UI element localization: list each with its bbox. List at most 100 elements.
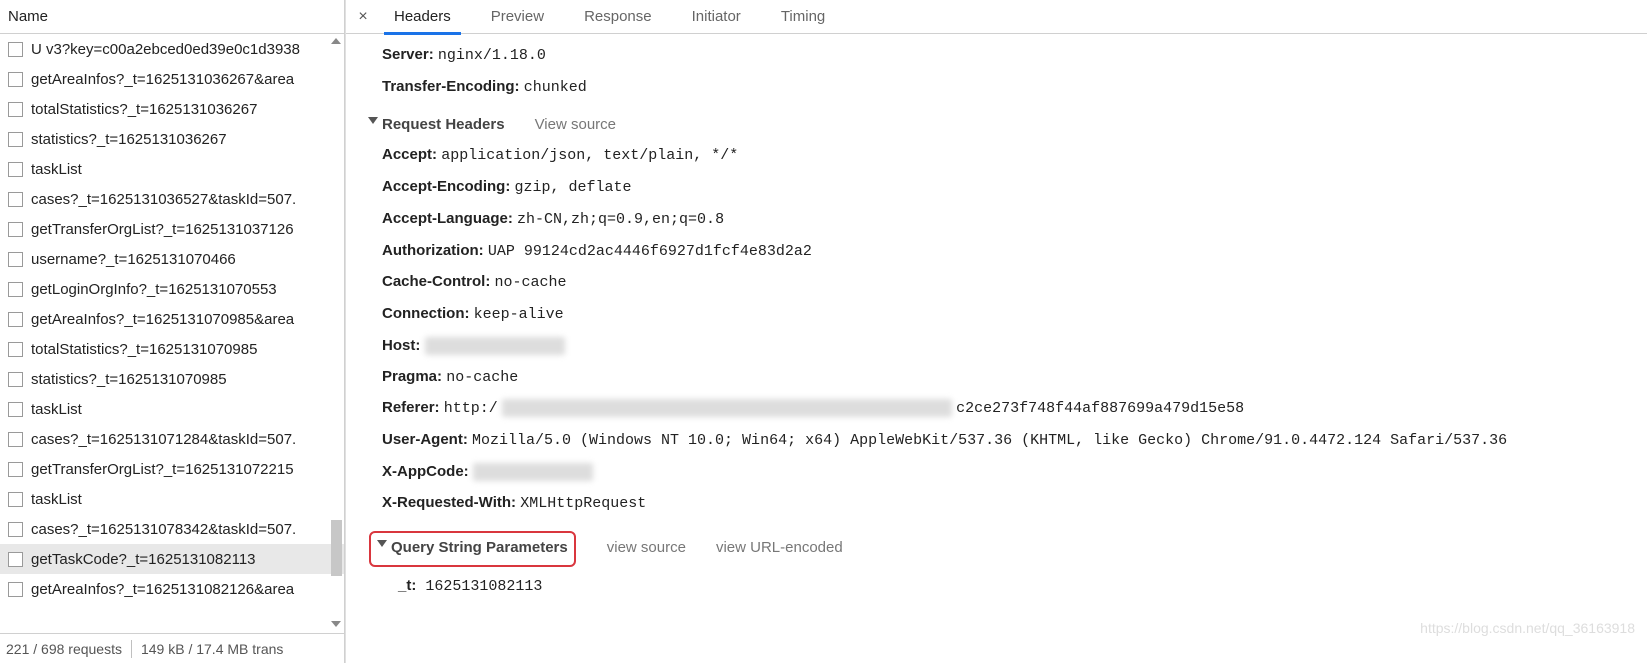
header-key: X-Requested-With: xyxy=(382,494,516,511)
file-icon xyxy=(8,342,23,357)
request-row[interactable]: taskList xyxy=(0,154,344,184)
request-row[interactable]: getAreaInfos?_t=1625131082126&area xyxy=(0,574,344,604)
header-key: Connection: xyxy=(382,305,470,322)
redacted-value xyxy=(473,463,593,481)
headers-tab-content[interactable]: Server: nginx/1.18.0 Transfer-Encoding: c… xyxy=(346,34,1647,663)
header-value: no-cache xyxy=(495,274,567,291)
request-headers-toggle[interactable]: Request Headers xyxy=(368,110,505,141)
request-row[interactable]: username?_t=1625131070466 xyxy=(0,244,344,274)
scroll-thumb[interactable] xyxy=(331,520,342,576)
tab-initiator[interactable]: Initiator xyxy=(672,0,761,34)
request-row[interactable]: getTaskCode?_t=1625131082113 xyxy=(0,544,344,574)
header-entry: User-Agent: Mozilla/5.0 (Windows NT 10.0… xyxy=(368,425,1647,457)
header-entry: Host: xyxy=(368,331,1647,362)
header-key: Host: xyxy=(382,337,420,354)
request-row[interactable]: statistics?_t=1625131070985 xyxy=(0,364,344,394)
header-entry: Authorization: UAP 99124cd2ac4446f6927d1… xyxy=(368,236,1647,268)
request-name: getTaskCode?_t=1625131082113 xyxy=(31,551,256,568)
header-key: Authorization: xyxy=(382,242,484,259)
request-row[interactable]: getAreaInfos?_t=1625131036267&area xyxy=(0,64,344,94)
request-name: getTransferOrgList?_t=1625131072215 xyxy=(31,461,294,478)
header-entry: Accept-Language: zh-CN,zh;q=0.9,en;q=0.8 xyxy=(368,204,1647,236)
request-count: 221 / 698 requests xyxy=(6,641,122,657)
request-name: getAreaInfos?_t=1625131070985&area xyxy=(31,311,294,328)
redacted-value xyxy=(425,337,565,355)
close-icon[interactable]: × xyxy=(352,8,374,26)
tab-headers[interactable]: Headers xyxy=(374,0,471,34)
header-key: User-Agent: xyxy=(382,431,468,448)
header-value: application/json, text/plain, */* xyxy=(441,147,738,164)
qsp-entry: _t: 1625131082113 xyxy=(398,571,1647,603)
request-row[interactable]: getAreaInfos?_t=1625131070985&area xyxy=(0,304,344,334)
header-value: zh-CN,zh;q=0.9,en;q=0.8 xyxy=(517,211,724,228)
request-row[interactable]: totalStatistics?_t=1625131036267 xyxy=(0,94,344,124)
header-value: no-cache xyxy=(446,369,518,386)
tab-response[interactable]: Response xyxy=(564,0,672,34)
file-icon xyxy=(8,552,23,567)
scroll-up-arrow-icon[interactable] xyxy=(331,38,341,44)
file-icon xyxy=(8,282,23,297)
request-row[interactable]: getTransferOrgList?_t=1625131037126 xyxy=(0,214,344,244)
request-row[interactable]: cases?_t=1625131036527&taskId=507. xyxy=(0,184,344,214)
header-entry: Referer: http:/ c2ce273f748f44af887699a4… xyxy=(368,393,1647,425)
file-icon xyxy=(8,582,23,597)
request-row[interactable]: taskList xyxy=(0,394,344,424)
request-row[interactable]: taskList xyxy=(0,484,344,514)
name-column-header[interactable]: Name xyxy=(0,0,344,34)
header-value: XMLHttpRequest xyxy=(520,495,646,512)
header-key: Pragma: xyxy=(382,368,442,385)
request-row[interactable]: totalStatistics?_t=1625131070985 xyxy=(0,334,344,364)
tab-preview[interactable]: Preview xyxy=(471,0,564,34)
request-list[interactable]: U v3?key=c00a2ebced0ed39e0c1d3938getArea… xyxy=(0,34,344,633)
header-value: nginx/1.18.0 xyxy=(438,47,546,64)
file-icon xyxy=(8,222,23,237)
file-icon xyxy=(8,72,23,87)
request-name: getTransferOrgList?_t=1625131037126 xyxy=(31,221,294,238)
request-row[interactable]: getLoginOrgInfo?_t=1625131070553 xyxy=(0,274,344,304)
request-name: cases?_t=1625131071284&taskId=507. xyxy=(31,431,296,448)
view-source-link[interactable]: View source xyxy=(535,110,616,141)
header-value: UAP 99124cd2ac4446f6927d1fcf4e83d2a2 xyxy=(488,243,812,260)
header-entry: Connection: keep-alive xyxy=(368,299,1647,331)
detail-tab-bar: × HeadersPreviewResponseInitiatorTiming xyxy=(346,0,1647,34)
header-entry: Accept-Encoding: gzip, deflate xyxy=(368,172,1647,204)
request-row[interactable]: cases?_t=1625131071284&taskId=507. xyxy=(0,424,344,454)
header-entry: X-AppCode: xyxy=(368,457,1647,488)
header-key: Accept-Encoding: xyxy=(382,178,510,195)
file-icon xyxy=(8,132,23,147)
file-icon xyxy=(8,252,23,267)
request-row[interactable]: U v3?key=c00a2ebced0ed39e0c1d3938 xyxy=(0,34,344,64)
watermark-text: https://blog.csdn.net/qq_36163918 xyxy=(1420,614,1635,643)
header-value: http:/ xyxy=(444,400,498,417)
scroll-down-arrow-icon[interactable] xyxy=(331,621,341,627)
transfer-size: 149 kB / 17.4 MB trans xyxy=(141,641,283,657)
request-name: getLoginOrgInfo?_t=1625131070553 xyxy=(31,281,277,298)
redacted-value xyxy=(502,399,952,417)
network-detail-panel: × HeadersPreviewResponseInitiatorTiming … xyxy=(345,0,1647,663)
request-row[interactable]: statistics?_t=1625131036267 xyxy=(0,124,344,154)
header-value: gzip, deflate xyxy=(515,179,632,196)
request-name: cases?_t=1625131036527&taskId=507. xyxy=(31,191,296,208)
file-icon xyxy=(8,42,23,57)
query-string-parameters-toggle[interactable]: Query String Parameters xyxy=(377,533,568,564)
network-request-list-panel: Name U v3?key=c00a2ebced0ed39e0c1d3938ge… xyxy=(0,0,345,663)
header-key: Server: xyxy=(382,46,434,63)
request-row[interactable]: cases?_t=1625131078342&taskId=507. xyxy=(0,514,344,544)
request-name: taskList xyxy=(31,491,82,508)
tab-timing[interactable]: Timing xyxy=(761,0,845,34)
qsp-value: 1625131082113 xyxy=(416,578,542,595)
header-key: Accept-Language: xyxy=(382,210,513,227)
request-name: totalStatistics?_t=1625131036267 xyxy=(31,101,257,118)
query-string-parameters-highlight: Query String Parameters xyxy=(369,531,576,567)
header-value: keep-alive xyxy=(474,306,564,323)
qsp-view-url-encoded-link[interactable]: view URL-encoded xyxy=(716,533,843,564)
network-status-bar: 221 / 698 requests 149 kB / 17.4 MB tran… xyxy=(0,633,344,663)
left-scrollbar[interactable] xyxy=(328,0,344,663)
qsp-view-source-link[interactable]: view source xyxy=(607,533,686,564)
header-entry: Transfer-Encoding: chunked xyxy=(368,72,1647,104)
request-row[interactable]: getTransferOrgList?_t=1625131072215 xyxy=(0,454,344,484)
header-entry: Accept: application/json, text/plain, */… xyxy=(368,140,1647,172)
header-value: chunked xyxy=(524,79,587,96)
file-icon xyxy=(8,102,23,117)
file-icon xyxy=(8,432,23,447)
